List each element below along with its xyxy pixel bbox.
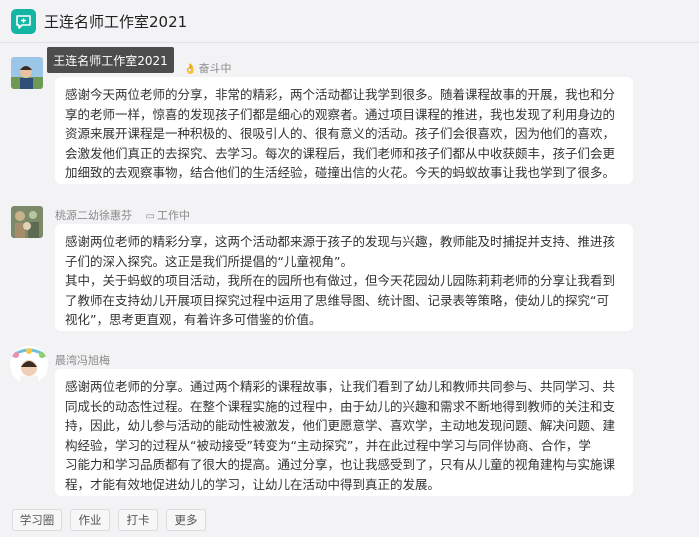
message-line: 程，才能有效地促进幼儿的学习，让幼儿在活动中得到真正的发展。 [65, 476, 441, 492]
avatar[interactable] [11, 206, 43, 238]
message-line: 感谢两位老师的精彩分享，这两个活动都来源于孩子的发现与兴趣，教师能及时捕捉并支持… [65, 234, 616, 249]
message-line: 会激发他们真正的去探究、去学习。每次的课程后，我们老师和孩子们都从中收获颇丰，孩… [65, 145, 616, 161]
post-meta: 晨湾冯旭梅 [55, 352, 110, 368]
learning-circle-button[interactable]: 学习圈 [12, 509, 62, 531]
message-line: 同成长的动态性过程。在整个课程实施的过程中，由于幼儿的兴趣和需求不断地得到教师的… [65, 398, 616, 414]
status-label: ▭ 工作中 [145, 209, 190, 222]
message-line: 子们的深入探究。这正是我们所提倡的“儿童视角”。 [65, 253, 353, 269]
chat-bubble-icon[interactable] [11, 9, 36, 34]
homework-button[interactable]: 作业 [70, 509, 110, 531]
message-line: 构经验，学习的过程从“被动接受”转变为“主动探究”，并在此过程中学习与同伴协商、… [65, 437, 591, 453]
message-line: 了教师在支持幼儿开展项目探究过程中运用了思维导图、统计图、记录表等策略，使幼儿的… [65, 292, 609, 308]
message-line: 资源来展开课程是一种积极的、很吸引人的、很有意义的活动。孩子们会很喜欢，因为他们… [65, 126, 616, 141]
post-meta: 桃源二幼徐惠芬 ▭ 工作中 [55, 207, 190, 223]
avatar[interactable] [11, 57, 43, 89]
message-line: 习能力和学习品质都有了很大的提高。通过分享，也让我感受到了，只有从儿童的视角建构… [65, 457, 616, 472]
title-tooltip: 王连名师工作室2021 [47, 47, 174, 73]
message-bubble: 感谢今天两位老师的分享，非常的精彩，两个活动都让我学到很多。随着课程故事的开展，… [55, 77, 633, 184]
author-name: 晨湾冯旭梅 [55, 354, 110, 367]
post-meta: 👌 奋斗中 [174, 60, 231, 76]
message-line: 加细致的去观察事物，结合他们的生活经验，碰撞出信的火花。今天的蚂蚁故事让我也学到… [65, 165, 616, 180]
author-name: 桃源二幼徐惠芬 [55, 209, 132, 222]
more-button[interactable]: 更多 [166, 509, 206, 531]
message-line: 感谢今天两位老师的分享，非常的精彩，两个活动都让我学到很多。随着课程故事的开展，… [65, 87, 616, 102]
message-line: 其中，关于蚂蚁的项目活动，我所在的园所也有做过，但今天花园幼儿园陈莉莉老师的分享… [65, 273, 616, 288]
message-bubble: 感谢两位老师的精彩分享，这两个活动都来源于孩子的发现与兴趣，教师能及时捕捉并支持… [55, 224, 633, 331]
avatar[interactable] [10, 346, 48, 384]
status-label: 👌 奋斗中 [184, 62, 232, 75]
message-bubble: 感谢两位老师的分享。通过两个精彩的课程故事，让我们看到了幼儿和教师共同参与、共同… [55, 369, 633, 496]
comment-icon: ▭ [145, 211, 155, 222]
hand-icon: 👌 [184, 64, 197, 75]
message-line: 持，因此，幼儿参与活动的能动性被激发，他们更愿意学、喜欢学，主动地发现问题、解决… [65, 418, 616, 433]
message-line: 享的老师一样，惊喜的发现孩子们都是细心的观察者。通过项目课程的推进，我也发现了利… [65, 106, 616, 122]
message-line: 感谢两位老师的分享。通过两个精彩的课程故事，让我们看到了幼儿和教师共同参与、共同… [65, 379, 616, 394]
group-title: 王连名师工作室2021 [44, 13, 188, 31]
window-header: 王连名师工作室2021 [0, 0, 699, 43]
check-in-button[interactable]: 打卡 [118, 509, 158, 531]
message-line: 视化”，思考更直观，有着许多可借鉴的价值。 [65, 312, 322, 327]
